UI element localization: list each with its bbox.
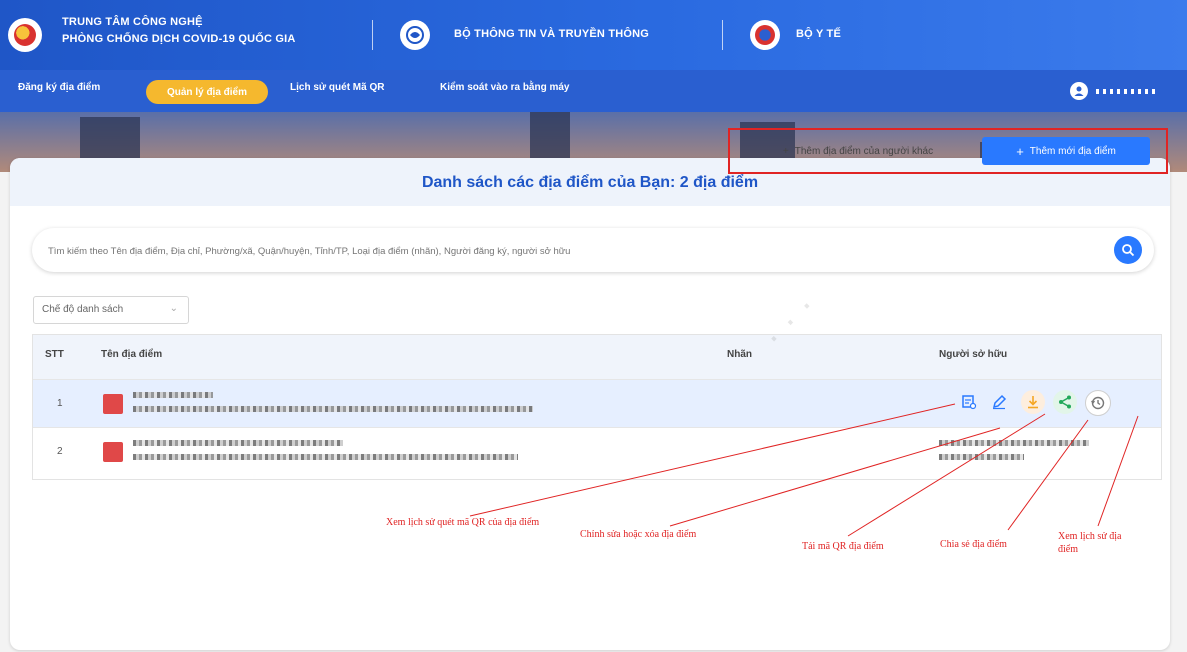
org-name-line2: PHÒNG CHỐNG DỊCH COVID-19 QUỐC GIA — [62, 33, 296, 45]
user-avatar-icon — [1070, 82, 1088, 100]
ministry-ict-name: BỘ THÔNG TIN VÀ TRUYỀN THÔNG — [454, 28, 650, 40]
share-button[interactable] — [1053, 390, 1077, 414]
col-stt: STT — [45, 349, 64, 360]
header-divider — [722, 20, 723, 50]
plus-icon: + — [1016, 143, 1024, 159]
header-divider — [372, 20, 373, 50]
qr-history-icon — [962, 395, 977, 410]
location-history-button[interactable] — [1085, 390, 1111, 416]
location-name-blurred — [133, 440, 343, 446]
covid-center-logo — [8, 18, 42, 52]
location-color-marker — [103, 394, 123, 414]
search-button[interactable] — [1114, 236, 1142, 264]
page-title: Danh sách các địa điểm của Bạn: 2 địa đi… — [421, 174, 759, 191]
table-header: STT Tên địa điểm Nhãn Người sở hữu — [33, 335, 1161, 379]
view-mode-select[interactable]: Chế độ danh sách ⌄ — [33, 296, 189, 324]
col-label: Nhãn — [727, 349, 752, 360]
search-input[interactable] — [46, 240, 1110, 262]
owner-name-blurred — [939, 440, 1089, 446]
annotation-view-history: Xem lịch sử địa điểm — [1058, 531, 1122, 555]
location-address-blurred — [133, 454, 518, 460]
owner-phone-blurred — [939, 454, 1024, 460]
ministry-health-logo — [750, 20, 780, 50]
add-new-location-button[interactable]: + Thêm mới địa điểm — [982, 137, 1150, 165]
add-other-label: Thêm địa điểm của người khác — [794, 145, 934, 157]
share-icon — [1059, 395, 1071, 409]
nav-manage-location[interactable]: Quản lý địa điểm — [146, 80, 268, 104]
chevron-down-icon: ⌄ — [169, 303, 178, 314]
row-stt: 1 — [57, 398, 63, 409]
search-icon — [1122, 244, 1135, 257]
edit-button[interactable] — [987, 390, 1011, 414]
download-icon — [1028, 396, 1038, 409]
ministry-health-name: BỘ Y TẾ — [796, 28, 842, 40]
annotation-share: Chia sẻ địa điểm — [940, 539, 1007, 550]
top-header: TRUNG TÂM CÔNG NGHỆ PHÒNG CHỐNG DỊCH COV… — [0, 0, 1187, 70]
add-new-label: Thêm mới địa điểm — [1029, 145, 1116, 157]
qr-history-button[interactable] — [957, 390, 981, 414]
pencil-icon — [992, 394, 1007, 410]
col-location-name: Tên địa điểm — [101, 349, 163, 360]
nav-register-location[interactable]: Đăng ký địa điểm — [18, 82, 100, 93]
nav-qr-history[interactable]: Lịch sử quét Mã QR — [290, 82, 384, 93]
location-table: STT Tên địa điểm Nhãn Người sở hữu 1 2 — [32, 334, 1162, 480]
table-row[interactable]: 2 — [33, 427, 1161, 476]
history-icon — [1091, 396, 1105, 410]
location-name-blurred — [133, 392, 213, 398]
search-bar — [32, 228, 1154, 272]
view-mode-value: Chế độ danh sách — [42, 304, 124, 315]
col-owner: Người sở hữu — [939, 349, 1008, 360]
user-menu[interactable] — [1070, 82, 1156, 100]
location-color-marker — [103, 442, 123, 462]
org-name-line1: TRUNG TÂM CÔNG NGHỆ — [62, 16, 203, 28]
table-row[interactable]: 1 — [33, 379, 1161, 428]
nav-machine-control[interactable]: Kiểm soát vào ra bằng máy — [440, 82, 570, 93]
add-other-location-button[interactable]: + Thêm địa điểm của người khác — [742, 137, 974, 165]
plus-icon: + — [782, 145, 789, 157]
location-address-blurred — [133, 406, 533, 412]
row-stt: 2 — [57, 446, 63, 457]
annotation-download: Tải mã QR địa điểm — [802, 541, 884, 552]
annotation-qr-history: Xem lịch sử quét mã QR của địa điểm — [386, 517, 540, 528]
download-qr-button[interactable] — [1021, 390, 1045, 414]
user-name-blurred — [1096, 88, 1156, 94]
ministry-ict-logo — [400, 20, 430, 50]
annotation-edit: Chỉnh sửa hoặc xóa địa điểm — [580, 529, 697, 540]
